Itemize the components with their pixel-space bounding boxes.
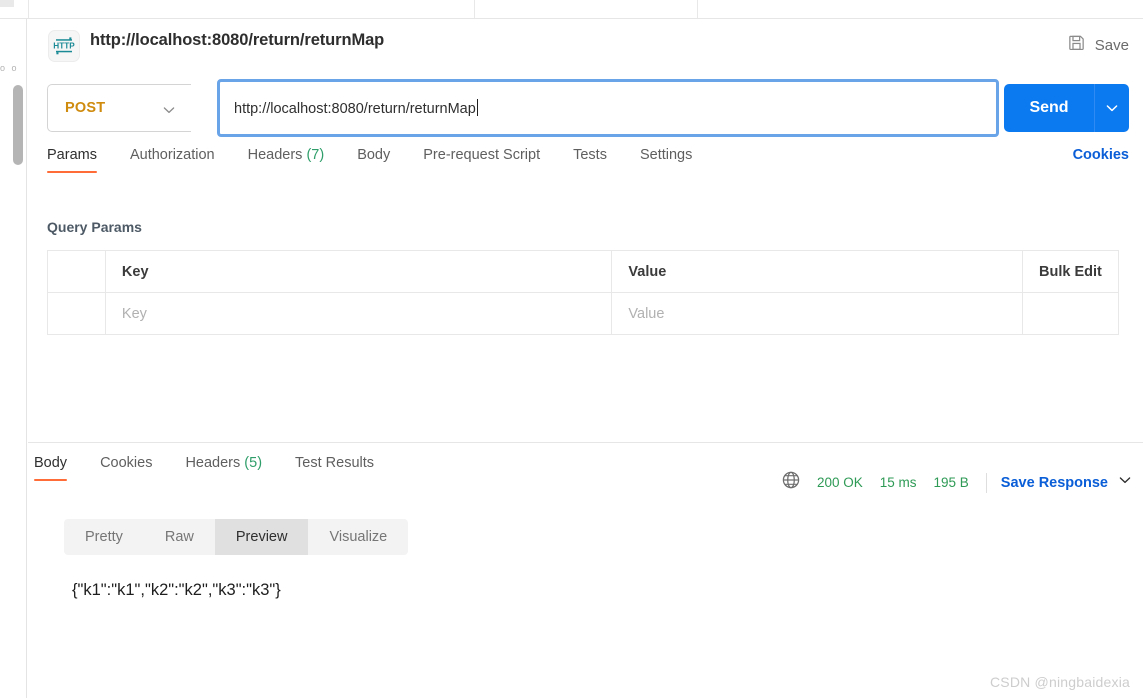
save-response-button[interactable]: Save Response (1001, 475, 1108, 491)
response-tab-body[interactable]: Body (34, 455, 68, 481)
tab-headers-label: Headers (247, 147, 303, 163)
sidebar-scrollbar-thumb[interactable] (13, 85, 23, 165)
tab-settings-label: Settings (639, 147, 693, 163)
save-button-label: Save (1094, 36, 1129, 54)
request-title: http://localhost:8080/return/returnMap (90, 31, 385, 49)
param-key-input[interactable]: Key (104, 292, 613, 335)
tab-body-label: Body (357, 147, 391, 163)
request-response-pane: HTTP http://localhost:8080/return/return… (28, 19, 1143, 698)
tab-params[interactable]: Params (47, 147, 97, 173)
response-tab-cookies[interactable]: Cookies (100, 455, 152, 481)
view-mode-visualize[interactable]: Visualize (308, 519, 408, 555)
query-params-table: Key Value Bulk Edit Key Value (47, 250, 1119, 335)
response-meta: 200 OK 15 ms 195 B Save Response (781, 470, 1133, 495)
tab-strip-nub (0, 0, 14, 7)
view-mode-raw[interactable]: Raw (144, 519, 215, 555)
open-tab-left[interactable] (28, 0, 475, 18)
url-bar: POST http://localhost:8080/return/return… (28, 77, 1143, 137)
open-tab-right[interactable] (697, 0, 1143, 18)
tab-tests-label: Tests (573, 147, 607, 163)
response-view-mode-group: Pretty Raw Preview Visualize (64, 519, 409, 555)
column-header-value: Value (611, 250, 1024, 293)
cookies-link[interactable]: Cookies (1073, 147, 1129, 163)
row-actions-cell (1022, 292, 1119, 335)
tab-params-label: Params (47, 147, 97, 163)
floppy-disk-icon (1067, 33, 1086, 57)
column-header-key: Key (104, 250, 613, 293)
url-input[interactable]: http://localhost:8080/return/returnMap (217, 79, 999, 137)
response-tab-headers-count: (5) (244, 455, 263, 471)
chevron-down-icon (161, 102, 177, 123)
tab-settings[interactable]: Settings (640, 147, 692, 173)
http-method-selector[interactable]: POST (47, 84, 191, 132)
sidebar-overflow-dots[interactable]: o o (0, 64, 27, 73)
tab-tests[interactable]: Tests (573, 147, 607, 173)
table-header-row: Key Value Bulk Edit (47, 250, 1119, 293)
url-input-value: http://localhost:8080/return/returnMap (234, 101, 476, 117)
response-tab-headers[interactable]: Headers (5) (185, 455, 262, 481)
text-caret (476, 99, 479, 116)
chevron-down-icon[interactable] (1095, 100, 1129, 116)
response-size: 195 B (933, 475, 969, 490)
request-tabs: Params Authorization Headers (7) Body Pr… (28, 147, 1143, 183)
response-tab-test-results-label: Test Results (295, 455, 375, 471)
postman-window: o o HTTP http://localhost:8080/return/re… (0, 0, 1143, 698)
meta-divider (985, 472, 987, 493)
response-body-content: {"k1":"k1","k2":"k2","k3":"k3"} (72, 581, 281, 599)
response-tab-test-results[interactable]: Test Results (295, 455, 374, 481)
globe-icon[interactable] (781, 470, 801, 495)
send-button[interactable]: Send (1004, 84, 1129, 132)
send-button-label: Send (1029, 99, 1069, 116)
response-tab-cookies-label: Cookies (100, 455, 153, 471)
table-row: Key Value (47, 292, 1119, 335)
chevron-down-icon[interactable] (1117, 472, 1133, 493)
view-mode-preview[interactable]: Preview (214, 519, 309, 555)
response-tab-body-label: Body (34, 455, 68, 471)
svg-text:HTTP: HTTP (53, 42, 75, 51)
http-method-label: POST (65, 100, 106, 116)
watermark: CSDN @ningbaidexia (990, 674, 1130, 690)
row-checkbox-cell[interactable] (47, 292, 106, 335)
param-value-input[interactable]: Value (611, 292, 1024, 335)
view-mode-pretty[interactable]: Pretty (64, 519, 144, 555)
http-protocol-icon: HTTP (48, 30, 80, 62)
tab-authorization-label: Authorization (129, 147, 215, 163)
tab-pre-request-script-label: Pre-request Script (423, 147, 541, 163)
response-status: 200 OK (816, 475, 863, 490)
response-time: 15 ms (879, 475, 917, 490)
tab-pre-request-script[interactable]: Pre-request Script (423, 147, 540, 173)
response-tab-headers-label: Headers (185, 455, 241, 471)
tab-body[interactable]: Body (357, 147, 390, 173)
request-header: HTTP http://localhost:8080/return/return… (28, 19, 1143, 75)
query-params-title: Query Params (47, 219, 142, 235)
request-tab-strip (0, 0, 1143, 19)
column-header-checkbox (47, 250, 106, 293)
bulk-edit-button[interactable]: Bulk Edit (1022, 250, 1119, 293)
tab-authorization[interactable]: Authorization (130, 147, 215, 173)
tab-headers-count: (7) (306, 147, 325, 163)
left-sidebar-rail: o o (0, 19, 27, 698)
request-response-divider[interactable] (28, 442, 1143, 443)
tab-headers[interactable]: Headers (7) (248, 147, 325, 173)
save-button[interactable]: Save (1067, 31, 1129, 59)
